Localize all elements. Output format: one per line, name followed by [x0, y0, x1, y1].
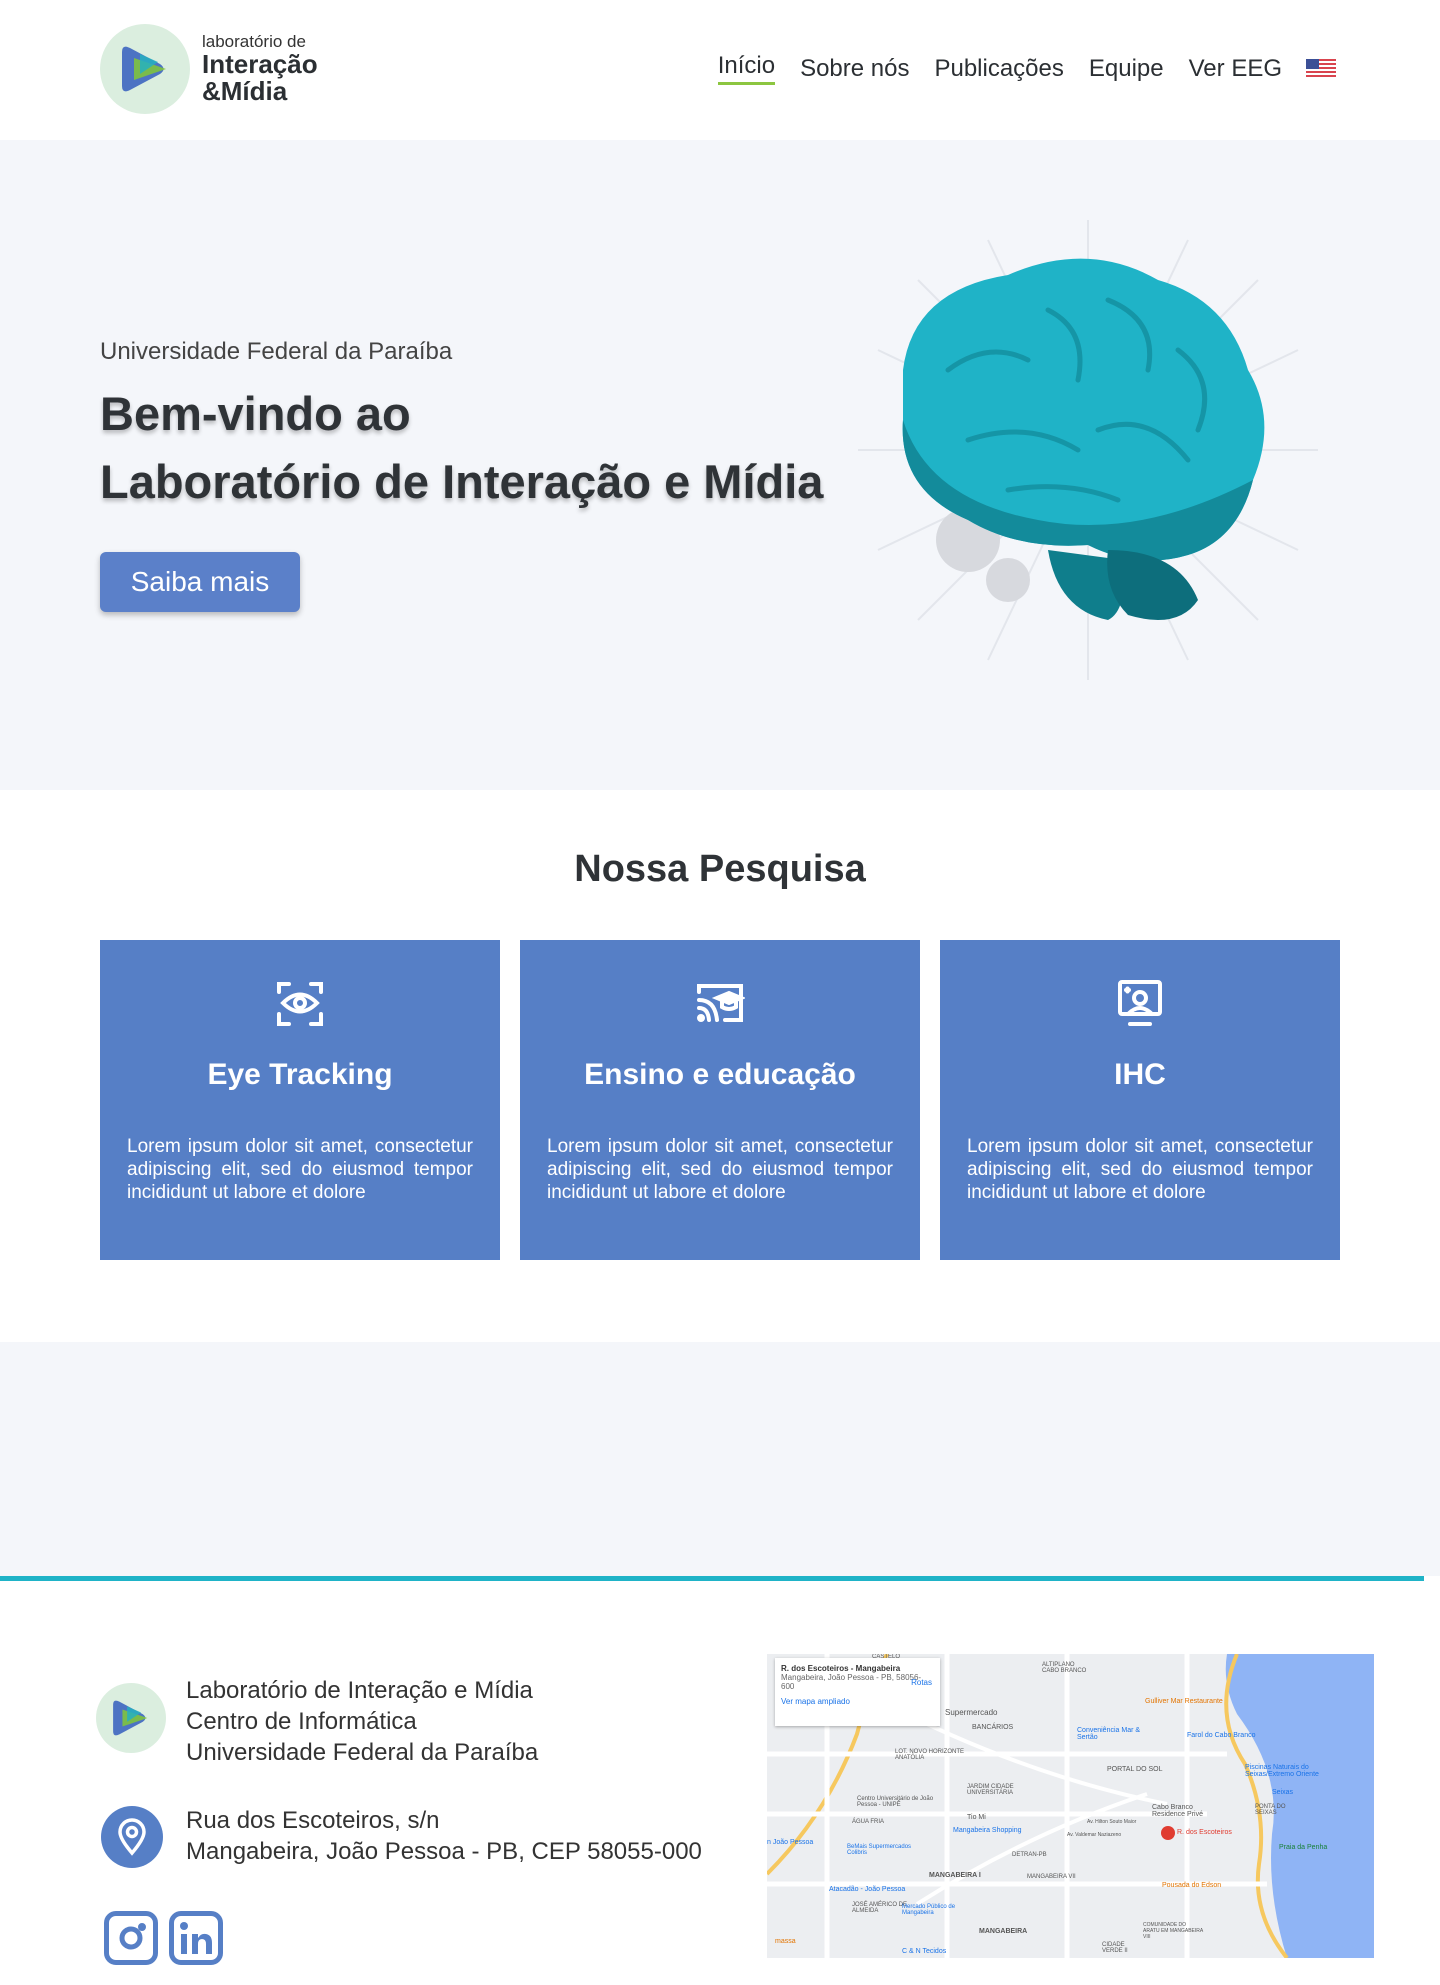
nav-item-publicacoes[interactable]: Publicações: [934, 55, 1063, 83]
map-label: ALTIPLANO CABO BRANCO: [1042, 1662, 1087, 1674]
map-card-title: R. dos Escoteiros - Mangabeira: [781, 1664, 901, 1673]
map-label: Supermercado: [945, 1708, 998, 1717]
map-label: Cabo Branco Residence Privé: [1152, 1804, 1203, 1818]
site-footer: Laboratório de Interação e Mídia Centro …: [0, 1576, 1424, 1985]
map-label: PORTAL DO SOL: [1107, 1766, 1163, 1773]
logo-line-1: laboratório de: [202, 31, 306, 51]
user-screen-icon: [1115, 978, 1165, 1028]
education-screen-icon: [695, 978, 747, 1028]
map-label: BeMais Supermercados Colibris: [847, 1844, 912, 1856]
instagram-icon[interactable]: [104, 1911, 158, 1965]
nav-item-ver-eeg[interactable]: Ver EEG: [1189, 55, 1282, 83]
map-label: MANGABEIRA: [979, 1928, 1028, 1935]
card-text: Lorem ipsum dolor sit amet, consectetur …: [127, 1136, 473, 1203]
hero-title-line-2: Laboratório de Interação e Mídia: [100, 455, 824, 508]
map-label: Gulliver Mar Restaurante: [1145, 1698, 1223, 1705]
research-card-ensino[interactable]: Ensino e educação Lorem ipsum dolor sit …: [520, 940, 920, 1260]
footer-org-line-3: Universidade Federal da Paraíba: [186, 1739, 539, 1766]
nav-item-inicio[interactable]: Início: [717, 52, 776, 85]
nav-item-equipe[interactable]: Equipe: [1089, 55, 1164, 83]
footer-address: Rua dos Escoteiros, s/n Mangabeira, João…: [186, 1805, 702, 1867]
map-label: DETRAN-PB: [1012, 1852, 1047, 1858]
map-label: Piscinas Naturais do Seixas/Extremo Orie…: [1245, 1764, 1319, 1778]
map-label: Seixas: [1272, 1789, 1294, 1796]
location-map[interactable]: R. dos Escoteiros - Mangabeira Mangabeir…: [767, 1654, 1374, 1958]
card-title: Eye Tracking: [207, 1058, 393, 1091]
site-logo[interactable]: laboratório de Interação &Mídia: [100, 24, 318, 114]
card-text: Lorem ipsum dolor sit amet, consectetur …: [967, 1136, 1313, 1203]
main-nav: Início Sobre nós Publicações Equipe Ver …: [693, 52, 1336, 85]
research-section: Nossa Pesquisa Eye Tracking Lorem ipsum …: [0, 790, 1440, 1342]
map-label: LOT. NOVO HORIZONTE ANATÓLIA: [895, 1749, 965, 1761]
map-label: Atacadão - João Pessoa: [829, 1886, 906, 1893]
site-header: laboratório de Interação &Mídia Início S…: [0, 0, 1440, 140]
map-label: BANCÁRIOS: [972, 1724, 1014, 1731]
map-label: CIDADE VERDE II: [1102, 1942, 1128, 1954]
card-text: Lorem ipsum dolor sit amet, consectetur …: [547, 1136, 893, 1203]
map-label: R. dos Escoteiros: [1177, 1829, 1232, 1836]
footer-org-line-2: Centro de Informática: [186, 1708, 417, 1735]
map-label: MANGABEIRA VII: [1027, 1874, 1076, 1880]
card-title: Ensino e educação: [584, 1058, 856, 1091]
footer-address-line-1: Rua dos Escoteiros, s/n: [186, 1807, 440, 1834]
map-label: C & N Tecidos: [902, 1948, 947, 1955]
us-flag-icon[interactable]: [1306, 58, 1336, 79]
map-label: Praia da Penha: [1279, 1844, 1328, 1851]
map-label: CASTELO: [872, 1654, 901, 1660]
research-card-eye-tracking[interactable]: Eye Tracking Lorem ipsum dolor sit amet,…: [100, 940, 500, 1260]
research-title: Nossa Pesquisa: [574, 848, 866, 890]
empty-section: [0, 1342, 1440, 1576]
lab-logo-icon: [100, 24, 190, 114]
map-label: COMUNIDADE DO ARATU EM MANGABEIRA VIII: [1143, 1922, 1203, 1940]
map-routes-link[interactable]: Rotas: [911, 1678, 932, 1687]
brain-illustration: [858, 220, 1318, 680]
hero-title-line-1: Bem-vindo ao: [100, 387, 411, 440]
map-label: Av. Hilton Souto Maior: [1087, 1819, 1137, 1825]
logo-line-2: Interação: [202, 48, 318, 79]
map-enlarge-link[interactable]: Ver mapa ampliado: [781, 1697, 934, 1706]
linkedin-icon[interactable]: [169, 1911, 223, 1965]
footer-organization: Laboratório de Interação e Mídia Centro …: [186, 1675, 538, 1768]
map-label: Tio Mi: [967, 1814, 986, 1821]
map-label: Conveniência Mar & Sertão: [1077, 1727, 1141, 1741]
map-label: Av. Valdemar Naziazeno: [1067, 1832, 1122, 1838]
footer-logo-icon: [96, 1683, 166, 1753]
map-label: Pousada do Edson: [1162, 1882, 1222, 1889]
map-label: Mangabeira Shopping: [953, 1827, 1022, 1834]
footer-address-line-2: Mangabeira, João Pessoa - PB, CEP 58055-…: [186, 1838, 702, 1865]
nav-item-sobre-nos[interactable]: Sobre nós: [800, 55, 909, 83]
map-label: ÁGUA FRIA: [852, 1819, 885, 1825]
map-label: JARDIM CIDADE UNIVERSITÁRIA: [967, 1784, 1014, 1796]
map-label: Mercado Público de Mangabeira: [902, 1904, 956, 1916]
map-label: PONTA DO SEIXAS: [1255, 1804, 1286, 1816]
hero-title: Bem-vindo ao Laboratório de Interação e …: [100, 380, 823, 516]
map-label: Centro Universitário de João Pessoa - UN…: [857, 1796, 934, 1808]
location-pin-icon: [101, 1806, 163, 1868]
hero-subtitle: Universidade Federal da Paraíba: [100, 338, 453, 365]
map-label: n João Pessoa: [767, 1839, 814, 1846]
eye-scan-icon: [275, 978, 325, 1028]
hero-section: Universidade Federal da Paraíba Bem-vind…: [0, 140, 1440, 790]
map-label: MANGABEIRA I: [929, 1872, 981, 1879]
map-label: Farol do Cabo Branco: [1187, 1732, 1256, 1739]
footer-org-line-1: Laboratório de Interação e Mídia: [186, 1677, 533, 1704]
card-title: IHC: [1114, 1058, 1166, 1091]
logo-line-3: &Mídia: [202, 75, 288, 106]
saiba-mais-button[interactable]: Saiba mais: [100, 552, 300, 612]
research-card-ihc[interactable]: IHC Lorem ipsum dolor sit amet, consecte…: [940, 940, 1340, 1260]
map-label: massa: [775, 1938, 796, 1945]
map-info-card: R. dos Escoteiros - Mangabeira Mangabeir…: [775, 1658, 940, 1726]
